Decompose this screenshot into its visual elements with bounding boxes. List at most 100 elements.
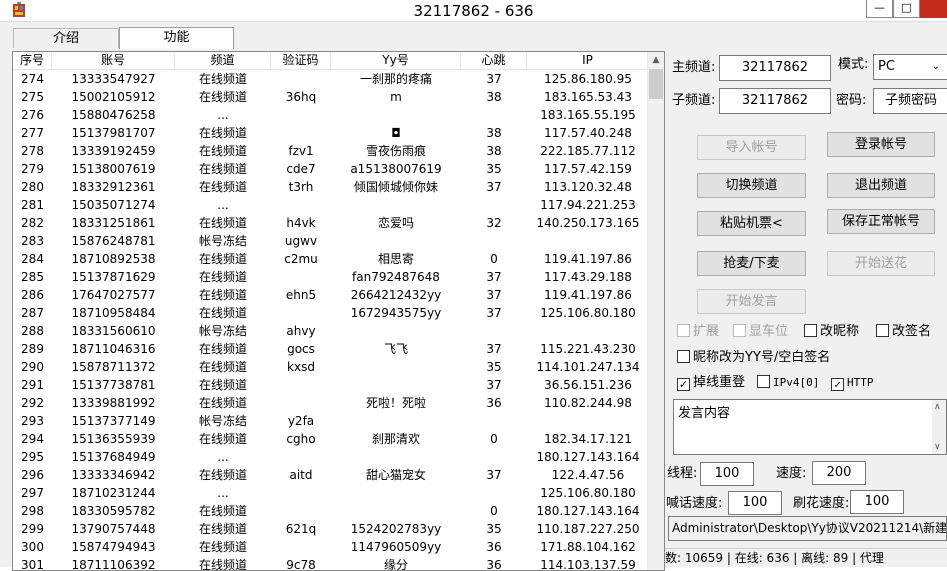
- table-row[interactable]: 285 15137871629 在线频道 fan792487648 37 117.43.2…: [13, 268, 649, 286]
- column-header-channel[interactable]: 频道: [175, 52, 271, 70]
- table-row[interactable]: 301 18711106392 在线频道 9c78 缘分 36 114.103.137.59: [13, 556, 649, 570]
- row-account: 15878711372: [71, 360, 156, 374]
- close-button[interactable]: [920, 0, 947, 18]
- password-input[interactable]: 子频密码: [873, 88, 947, 114]
- start-flowers-button[interactable]: 开始送花: [827, 251, 935, 276]
- table-row[interactable]: 275 15002105912 在线频道 36hq m 38 183.165.53.43: [13, 88, 649, 106]
- import-accounts-button[interactable]: 导入帐号: [697, 135, 806, 160]
- row-channel: 帐号冻结: [198, 234, 247, 248]
- main-channel-input[interactable]: 32117862: [719, 55, 831, 81]
- table-row[interactable]: 294 15136355939 在线频道 cgho 刹那清欢 0 182.34.17.121: [13, 430, 649, 448]
- table-row[interactable]: 282 18331251861 在线频道 h4vk 恋爱吗 32 140.250.173.1…: [13, 214, 649, 232]
- shout-speed-input[interactable]: 100: [728, 491, 782, 515]
- column-header-index[interactable]: 序号: [13, 52, 52, 70]
- reconnect-checkbox[interactable]: ✓ 掉线重登: [677, 375, 745, 391]
- table-row[interactable]: 297 18710231244... 125.106.80.180: [13, 484, 649, 502]
- table-row[interactable]: 299 13790757448 在线频道 621q 1524202783yy 35 110.…: [13, 520, 649, 538]
- http-checkbox[interactable]: ✓ HTTP: [831, 375, 874, 391]
- table-row[interactable]: 277 15137981707 在线频道 ◘ 38 117.57.40.248: [13, 124, 649, 142]
- exit-channel-button[interactable]: 退出频道: [827, 173, 935, 198]
- row-ip: 182.34.17.121: [544, 432, 632, 446]
- table-row[interactable]: 286 17647027577 在线频道 ehn5 2664212432yy 37 119.…: [13, 286, 649, 304]
- scroll-up-icon[interactable]: ▲: [648, 52, 664, 69]
- http-label: HTTP: [847, 376, 874, 389]
- table-row[interactable]: 290 15878711372 在线频道 kxsd 35 114.101.247.134: [13, 358, 649, 376]
- tab-intro[interactable]: 介绍: [13, 28, 119, 48]
- table-row[interactable]: 300 15874794943 在线频道 1147960509yy 36 171.88.1…: [13, 538, 649, 556]
- row-captcha: [271, 502, 331, 520]
- scroll-down-icon[interactable]: ∨: [934, 442, 941, 452]
- column-header-ip[interactable]: IP: [527, 52, 649, 70]
- row-channel: 帐号冻结: [198, 414, 247, 428]
- row-heartbeat: 35: [486, 162, 502, 176]
- column-header-yy[interactable]: Yy号: [331, 52, 461, 70]
- save-normal-accounts-button[interactable]: 保存正常帐号: [827, 209, 935, 234]
- speech-content-textarea[interactable]: 发言内容 ∧ ∨: [673, 399, 947, 455]
- row-index: 278: [21, 144, 44, 158]
- row-captcha: [271, 484, 331, 502]
- change-nick-checkbox[interactable]: 改昵称: [804, 324, 859, 340]
- start-speech-button[interactable]: 开始发言: [697, 289, 806, 314]
- flower-speed-label: 刷花速度:: [793, 496, 850, 511]
- row-captcha: ahvy: [286, 324, 316, 338]
- scroll-thumb[interactable]: [649, 69, 663, 99]
- sub-channel-input[interactable]: 32117862: [719, 88, 831, 114]
- table-row[interactable]: 291 15137738781 在线频道 37 36.56.151.236: [13, 376, 649, 394]
- row-channel: 在线频道: [198, 522, 247, 536]
- scroll-up-icon[interactable]: ∧: [934, 402, 941, 412]
- table-row[interactable]: 288 18331560610 帐号冻结 ahvy: [13, 322, 649, 340]
- row-index: 285: [21, 270, 44, 284]
- table-row[interactable]: 296 13333346942 在线频道 aitd 甜心猫宠女 37 122.4.47.56: [13, 466, 649, 484]
- row-captcha: h4vk: [286, 216, 316, 230]
- table-row[interactable]: 284 18710892538 在线频道 c2mu 相思寄 0 119.41.197.86: [13, 250, 649, 268]
- row-heartbeat: 37: [486, 468, 502, 482]
- mic-toggle-button[interactable]: 抢麦/下麦: [697, 251, 806, 276]
- table-row[interactable]: 281 15035071274... 117.94.221.253: [13, 196, 649, 214]
- column-header-captcha[interactable]: 验证码: [271, 52, 331, 70]
- row-captcha: [271, 376, 331, 394]
- mode-select[interactable]: PC ⌄: [873, 54, 947, 80]
- vertical-scrollbar[interactable]: ▲: [647, 52, 664, 570]
- table-row[interactable]: 280 18332912361 在线频道 t3rh 倾国倾城倾你妹 37 113.120.3…: [13, 178, 649, 196]
- expand-checkbox[interactable]: 扩展: [677, 324, 719, 340]
- table-row[interactable]: 292 13339881992 在线频道 死啦！死啦 36 110.82.244.98: [13, 394, 649, 412]
- column-header-account[interactable]: 账号: [52, 52, 175, 70]
- paste-ticket-button[interactable]: 粘贴机票<: [697, 211, 806, 236]
- checkbox-icon: [757, 375, 770, 388]
- minimize-button[interactable]: —: [866, 0, 893, 18]
- table-row[interactable]: 274 13333547927 在线频道 一刹那的疼痛 37 125.86.180.95: [13, 70, 649, 88]
- row-yy: m: [390, 90, 402, 104]
- change-sign-checkbox[interactable]: 改签名: [876, 324, 931, 340]
- table-row[interactable]: 278 13339192459 在线频道 fzv1 雪夜伤雨痕 38 222.185.77.…: [13, 142, 649, 160]
- switch-channel-button[interactable]: 切换频道: [697, 173, 806, 198]
- table-row[interactable]: 293 15137377149 帐号冻结 y2fa: [13, 412, 649, 430]
- row-index: 277: [21, 126, 44, 140]
- flower-speed-input[interactable]: 100: [850, 490, 904, 514]
- textarea-scrollbar[interactable]: ∧ ∨: [932, 400, 946, 454]
- row-channel: 在线频道: [198, 432, 247, 446]
- row-account: 15874794943: [71, 540, 156, 554]
- tab-function[interactable]: 功能: [119, 27, 234, 49]
- table-row[interactable]: 287 18710958484 在线频道 1672943575yy 37 125.106.…: [13, 304, 649, 322]
- show-car-checkbox[interactable]: 显车位: [733, 324, 788, 340]
- row-heartbeat: [461, 484, 527, 502]
- row-account: 13333547927: [71, 72, 156, 86]
- row-heartbeat: 38: [486, 144, 502, 158]
- table-row[interactable]: 298 18330595782 在线频道 0 180.127.143.164: [13, 502, 649, 520]
- table-row[interactable]: 295 15137684949... 180.127.143.164: [13, 448, 649, 466]
- file-path-field[interactable]: Administrator\Desktop\Yy协议V20211214\新建文本: [668, 516, 947, 541]
- row-ip: 140.250.173.165: [536, 216, 640, 230]
- threads-input[interactable]: 100: [700, 462, 754, 486]
- table-row[interactable]: 289 18711046316 在线频道 gocs 飞飞 37 115.221.43.230: [13, 340, 649, 358]
- ipv4-checkbox[interactable]: IPv4[0]: [757, 375, 819, 391]
- table-row[interactable]: 276 15880476258... 183.165.55.195: [13, 106, 649, 124]
- account-list[interactable]: 序号 账号 频道 验证码 Yy号 心跳 IP 274 13333547927 在线频…: [12, 51, 665, 571]
- column-header-heartbeat[interactable]: 心跳: [461, 52, 527, 70]
- table-row[interactable]: 279 15138007619 在线频道 cde7 a15138007619 35 117.…: [13, 160, 649, 178]
- nick-to-yy-checkbox[interactable]: 昵称改为YY号/空白签名: [677, 350, 830, 366]
- maximize-button[interactable]: □: [893, 0, 920, 18]
- table-row[interactable]: 283 15876248781 帐号冻结 ugwv: [13, 232, 649, 250]
- speed-input[interactable]: 200: [812, 461, 866, 485]
- login-accounts-button[interactable]: 登录帐号: [827, 132, 935, 157]
- row-ip: 180.127.143.164: [536, 450, 640, 464]
